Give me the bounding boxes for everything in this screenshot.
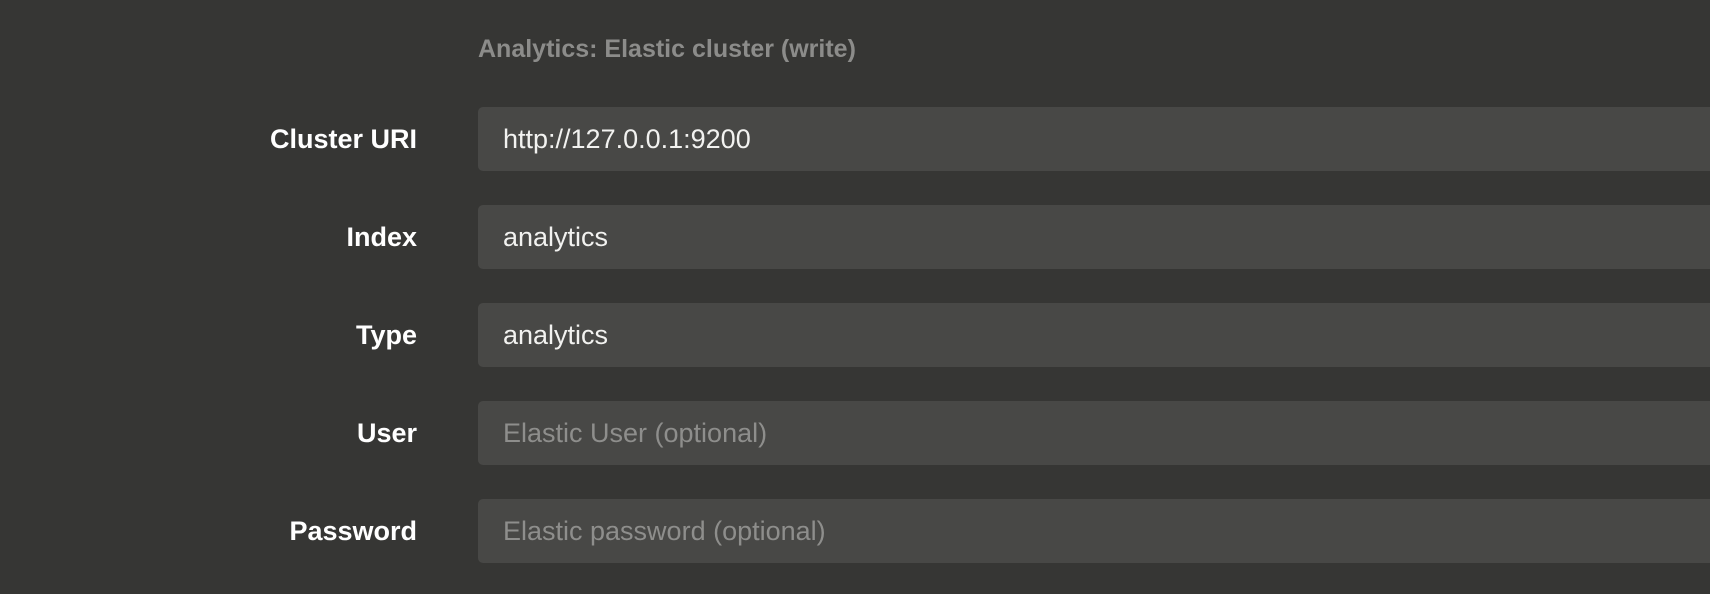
index-row: Index (0, 205, 1710, 269)
elastic-settings-panel: Analytics: Elastic cluster (write) Clust… (0, 0, 1710, 594)
password-row: Password (0, 499, 1710, 563)
password-label: Password (289, 516, 417, 546)
type-input[interactable] (478, 303, 1710, 367)
cluster-uri-input[interactable] (478, 107, 1710, 171)
section-title: Analytics: Elastic cluster (write) (478, 35, 856, 63)
type-label: Type (355, 320, 417, 350)
user-label: User (356, 418, 417, 448)
cluster-uri-label: Cluster URI (269, 124, 417, 154)
type-row: Type (0, 303, 1710, 367)
cluster-uri-row: Cluster URI (0, 107, 1710, 171)
user-input[interactable] (478, 401, 1710, 465)
index-label: Index (346, 222, 417, 252)
user-row: User (0, 401, 1710, 465)
index-input[interactable] (478, 205, 1710, 269)
password-input[interactable] (478, 499, 1710, 563)
